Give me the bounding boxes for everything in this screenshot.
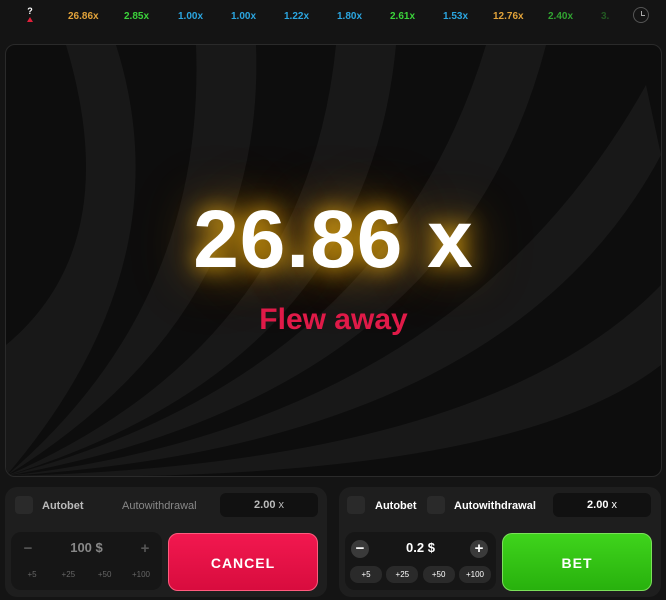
clock-icon[interactable] (633, 7, 649, 23)
decrease-stake-button[interactable]: − (19, 540, 37, 558)
stake-value: 100 (70, 540, 92, 555)
stake-box: − 100 $ + +5 +25 +50 +100 (11, 532, 162, 590)
current-round-label: ? (27, 6, 33, 16)
autowithdrawal-unit: x (611, 499, 617, 511)
chip-plus-25[interactable]: +25 (52, 566, 84, 583)
current-round-indicator: ? (22, 6, 38, 22)
flew-away-status: Flew away (259, 303, 408, 336)
game-area: 26.86 x Flew away (5, 44, 662, 477)
quick-stake-chips: +5 +25 +50 +100 (16, 566, 157, 583)
autowithdrawal-value: 2.00 (587, 499, 609, 511)
history-bar: ? 26.86x 2.85x 1.00x 1.00x 1.22x 1.80x 2… (0, 0, 666, 34)
stake-value: 0.2 (406, 540, 425, 555)
history-item[interactable]: 1.22x (284, 11, 309, 22)
chip-plus-5[interactable]: +5 (350, 566, 382, 583)
autowithdrawal-value: 2.00 (254, 499, 276, 511)
autowithdrawal-unit: x (278, 499, 284, 511)
autowithdrawal-label: Autowithdrawal (122, 500, 197, 512)
history-item[interactable]: 1.00x (231, 11, 256, 22)
chip-plus-100[interactable]: +100 (125, 566, 157, 583)
history-item[interactable]: 26.86x (68, 11, 99, 22)
increase-stake-button[interactable]: + (470, 540, 488, 558)
chip-plus-100[interactable]: +100 (458, 566, 491, 583)
decrease-stake-button[interactable]: − (351, 540, 369, 558)
cancel-button[interactable]: CANCEL (168, 533, 318, 591)
pointer-triangle-icon (27, 17, 33, 22)
history-item[interactable]: 1.00x (178, 11, 203, 22)
history-item[interactable]: 2.61x (390, 11, 415, 22)
quick-stake-chips: +5 +25 +50 +100 (350, 566, 491, 583)
increase-stake-button[interactable]: + (136, 540, 154, 558)
autowithdrawal-checkbox[interactable] (427, 496, 445, 514)
autobet-label: Autobet (42, 500, 84, 512)
autowithdrawal-label: Autowithdrawal (454, 500, 536, 512)
stake-input[interactable]: 100 $ (41, 540, 132, 555)
chip-plus-50[interactable]: +50 (89, 566, 121, 583)
autowithdrawal-input[interactable]: 2.00 x (220, 493, 318, 517)
autowithdrawal-input[interactable]: 2.00 x (553, 493, 651, 517)
history-item[interactable]: 12.76x (493, 11, 524, 22)
stake-currency: $ (427, 540, 435, 555)
autobet-label: Autobet (375, 500, 417, 512)
chip-plus-5[interactable]: +5 (16, 566, 48, 583)
stake-input[interactable]: 0.2 $ (375, 540, 466, 555)
stake-row: − 100 $ + (11, 538, 162, 560)
history-item[interactable]: 2.40x (548, 11, 573, 22)
history-item[interactable]: 1.53x (443, 11, 468, 22)
bet-panel-right: Autobet Autowithdrawal 2.00 x − 0.2 $ + +… (339, 487, 661, 597)
history-item[interactable]: 1.80x (337, 11, 362, 22)
autobet-checkbox[interactable] (15, 496, 33, 514)
crash-multiplier: 26.86 x (193, 194, 474, 285)
autobet-checkbox[interactable] (347, 496, 365, 514)
chip-plus-50[interactable]: +50 (422, 566, 455, 583)
stake-row: − 0.2 $ + (345, 538, 496, 560)
chip-plus-25[interactable]: +25 (386, 566, 419, 583)
history-item[interactable]: 2.85x (124, 11, 149, 22)
stake-box: − 0.2 $ + +5 +25 +50 +100 (345, 532, 496, 590)
stake-currency: $ (95, 540, 103, 555)
bet-button[interactable]: BET (502, 533, 652, 591)
history-item[interactable]: 3. (601, 11, 609, 22)
bet-panel-left: Autobet Autowithdrawal 2.00 x − 100 $ + +… (5, 487, 327, 597)
